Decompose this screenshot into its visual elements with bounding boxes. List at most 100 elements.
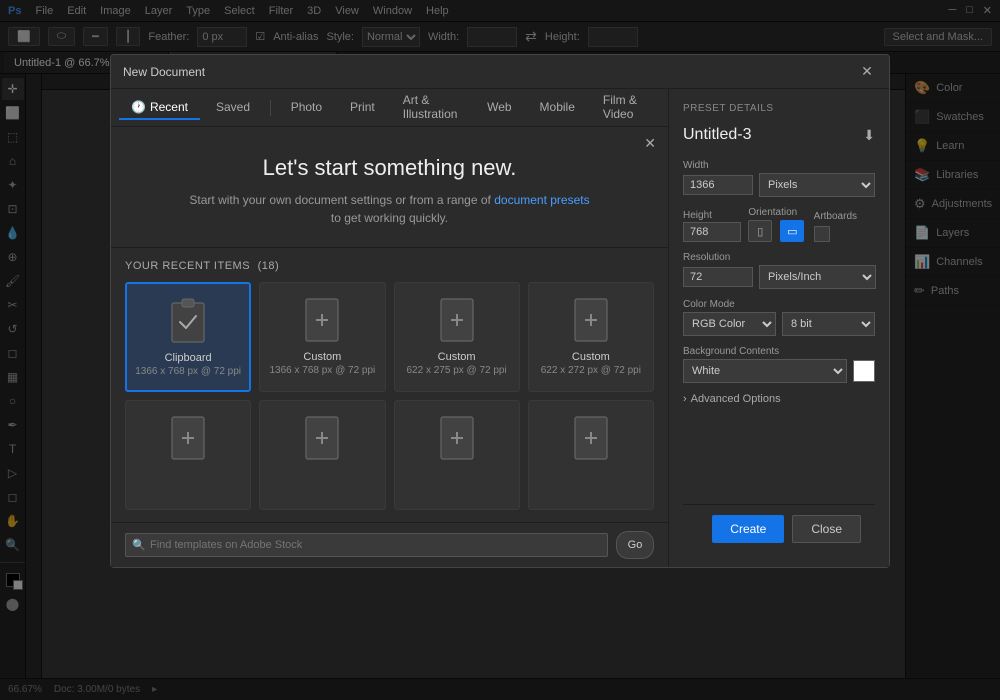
intro-close-btn[interactable]: ✕ — [644, 135, 656, 152]
recent-header-text: YOUR RECENT ITEMS — [125, 260, 250, 272]
item-icon-5 — [168, 413, 208, 463]
search-wrapper: 🔍 — [125, 533, 608, 557]
modal-tabs: 🕐 Recent Saved Photo Print Art & Illustr — [111, 89, 668, 127]
recent-item-2[interactable]: Custom 1366 x 768 px @ 72 ppi — [259, 282, 385, 392]
bg-color-swatch[interactable] — [853, 360, 875, 382]
resolution-input[interactable] — [683, 267, 753, 287]
tab-print-label: Print — [350, 100, 375, 114]
recent-item-5[interactable] — [125, 400, 251, 510]
item-3-name: Custom — [438, 351, 476, 363]
orientation-field-group: Orientation ▯ ▭ — [748, 207, 809, 242]
intro-subtext: Start with your own document settings or… — [131, 191, 648, 227]
recent-item-4[interactable]: Custom 622 x 272 px @ 72 ppi — [528, 282, 654, 392]
color-mode-select[interactable]: RGB Color CMYK Color Grayscale — [683, 312, 776, 336]
preset-name-row: Untitled-3 ⬇ — [683, 126, 875, 144]
recent-item-3[interactable]: Custom 622 x 275 px @ 72 ppi — [394, 282, 520, 392]
modal-left-panel: 🕐 Recent Saved Photo Print Art & Illustr — [111, 89, 669, 567]
advanced-options-label: Advanced Options — [691, 393, 781, 405]
tab-mobile-label: Mobile — [540, 100, 575, 114]
preset-name: Untitled-3 — [683, 126, 751, 144]
width-unit-select[interactable]: Pixels Inches Centimeters — [759, 173, 875, 197]
new-document-modal: New Document ✕ 🕐 Recent Saved — [110, 54, 890, 568]
tab-recent[interactable]: 🕐 Recent — [119, 96, 200, 120]
orientation-portrait[interactable]: ▯ — [748, 220, 772, 242]
resolution-field-group: Resolution Pixels/Inch Pixels/Centimeter — [683, 252, 875, 289]
create-button[interactable]: Create — [712, 515, 784, 543]
width-field-label: Width — [683, 160, 875, 171]
item-icon-3 — [437, 295, 477, 345]
artboards-checkbox[interactable] — [814, 226, 830, 242]
tab-art-label: Art & Illustration — [403, 93, 459, 121]
modal-intro: ✕ Let's start something new. Start with … — [111, 127, 668, 248]
tab-photo-label: Photo — [291, 100, 322, 114]
orientation-landscape[interactable]: ▭ — [780, 220, 804, 242]
tab-art[interactable]: Art & Illustration — [391, 89, 471, 127]
tab-web[interactable]: Web — [475, 96, 523, 120]
bg-contents-label: Background Contents — [683, 346, 875, 357]
modal-header: New Document ✕ — [111, 55, 889, 89]
height-label: Height — [683, 210, 744, 221]
bit-depth-select[interactable]: 8 bit 16 bit 32 bit — [782, 312, 875, 336]
item-icon-8 — [571, 413, 611, 463]
recent-header: YOUR RECENT ITEMS (18) — [125, 260, 654, 272]
template-search: 🔍 Go — [111, 522, 668, 567]
save-preset-icon[interactable]: ⬇ — [863, 127, 875, 144]
height-field-group: Height — [683, 210, 744, 242]
height-orientation-row: Height Orientation ▯ ▭ Artboards — [683, 207, 875, 242]
item-1-name: Clipboard — [165, 352, 212, 364]
orientation-label: Orientation — [748, 207, 809, 218]
intro-line2: to get working quickly. — [331, 211, 448, 225]
item-icon-1 — [168, 296, 208, 346]
width-field-row: Pixels Inches Centimeters — [683, 173, 875, 197]
item-3-dims: 622 x 275 px @ 72 ppi — [407, 365, 507, 376]
width-field-input[interactable] — [683, 175, 753, 195]
resolution-field-row: Pixels/Inch Pixels/Centimeter — [683, 265, 875, 289]
artboards-field-group: Artboards — [814, 211, 875, 242]
recent-clock-icon: 🕐 — [131, 100, 146, 114]
tab-saved-label: Saved — [216, 100, 250, 114]
height-field-input[interactable] — [683, 222, 741, 242]
advanced-options-row[interactable]: › Advanced Options — [683, 393, 875, 405]
tab-recent-label: Recent — [150, 100, 188, 114]
tab-film[interactable]: Film & Video — [591, 89, 660, 127]
modal-right-panel: PRESET DETAILS Untitled-3 ⬇ Width Pixels… — [669, 89, 889, 567]
color-mode-label: Color Mode — [683, 299, 875, 310]
modal-close-btn[interactable]: ✕ — [857, 62, 877, 82]
tab-print[interactable]: Print — [338, 96, 387, 120]
recent-item-8[interactable] — [528, 400, 654, 510]
color-mode-field-group: Color Mode RGB Color CMYK Color Grayscal… — [683, 299, 875, 336]
bg-contents-select[interactable]: White Black Background Color Transparent — [683, 359, 847, 383]
item-4-dims: 622 x 272 px @ 72 ppi — [541, 365, 641, 376]
search-icon: 🔍 — [132, 539, 146, 552]
bg-contents-row: White Black Background Color Transparent — [683, 359, 875, 383]
item-1-dims: 1366 x 768 px @ 72 ppi — [135, 366, 241, 377]
tab-divider — [270, 100, 271, 116]
modal-title: New Document — [123, 65, 857, 79]
recent-item-1[interactable]: Clipboard 1366 x 768 px @ 72 ppi — [125, 282, 251, 392]
chevron-right-icon: › — [683, 393, 687, 405]
recent-item-6[interactable] — [259, 400, 385, 510]
tab-photo[interactable]: Photo — [279, 96, 334, 120]
artboards-label: Artboards — [814, 211, 875, 222]
resolution-unit-select[interactable]: Pixels/Inch Pixels/Centimeter — [759, 265, 876, 289]
item-2-name: Custom — [303, 351, 341, 363]
tab-saved[interactable]: Saved — [204, 96, 262, 120]
item-icon-6 — [302, 413, 342, 463]
bg-contents-field-group: Background Contents White Black Backgrou… — [683, 346, 875, 383]
close-button[interactable]: Close — [792, 515, 861, 543]
color-mode-field-row: RGB Color CMYK Color Grayscale 8 bit 16 … — [683, 312, 875, 336]
modal-overlay: New Document ✕ 🕐 Recent Saved — [0, 0, 1000, 700]
preset-label: PRESET DETAILS — [683, 103, 875, 114]
item-icon-2 — [302, 295, 342, 345]
intro-presets-link[interactable]: document presets — [494, 193, 589, 207]
template-search-input[interactable] — [125, 533, 608, 557]
width-field-group: Width Pixels Inches Centimeters — [683, 160, 875, 197]
tab-mobile[interactable]: Mobile — [528, 96, 587, 120]
item-icon-7 — [437, 413, 477, 463]
recent-item-7[interactable] — [394, 400, 520, 510]
recent-section: YOUR RECENT ITEMS (18) — [111, 248, 668, 522]
search-go-btn[interactable]: Go — [616, 531, 654, 559]
item-2-dims: 1366 x 768 px @ 72 ppi — [269, 365, 375, 376]
items-grid: Clipboard 1366 x 768 px @ 72 ppi — [125, 282, 654, 510]
intro-line1: Start with your own document settings or… — [189, 193, 490, 207]
